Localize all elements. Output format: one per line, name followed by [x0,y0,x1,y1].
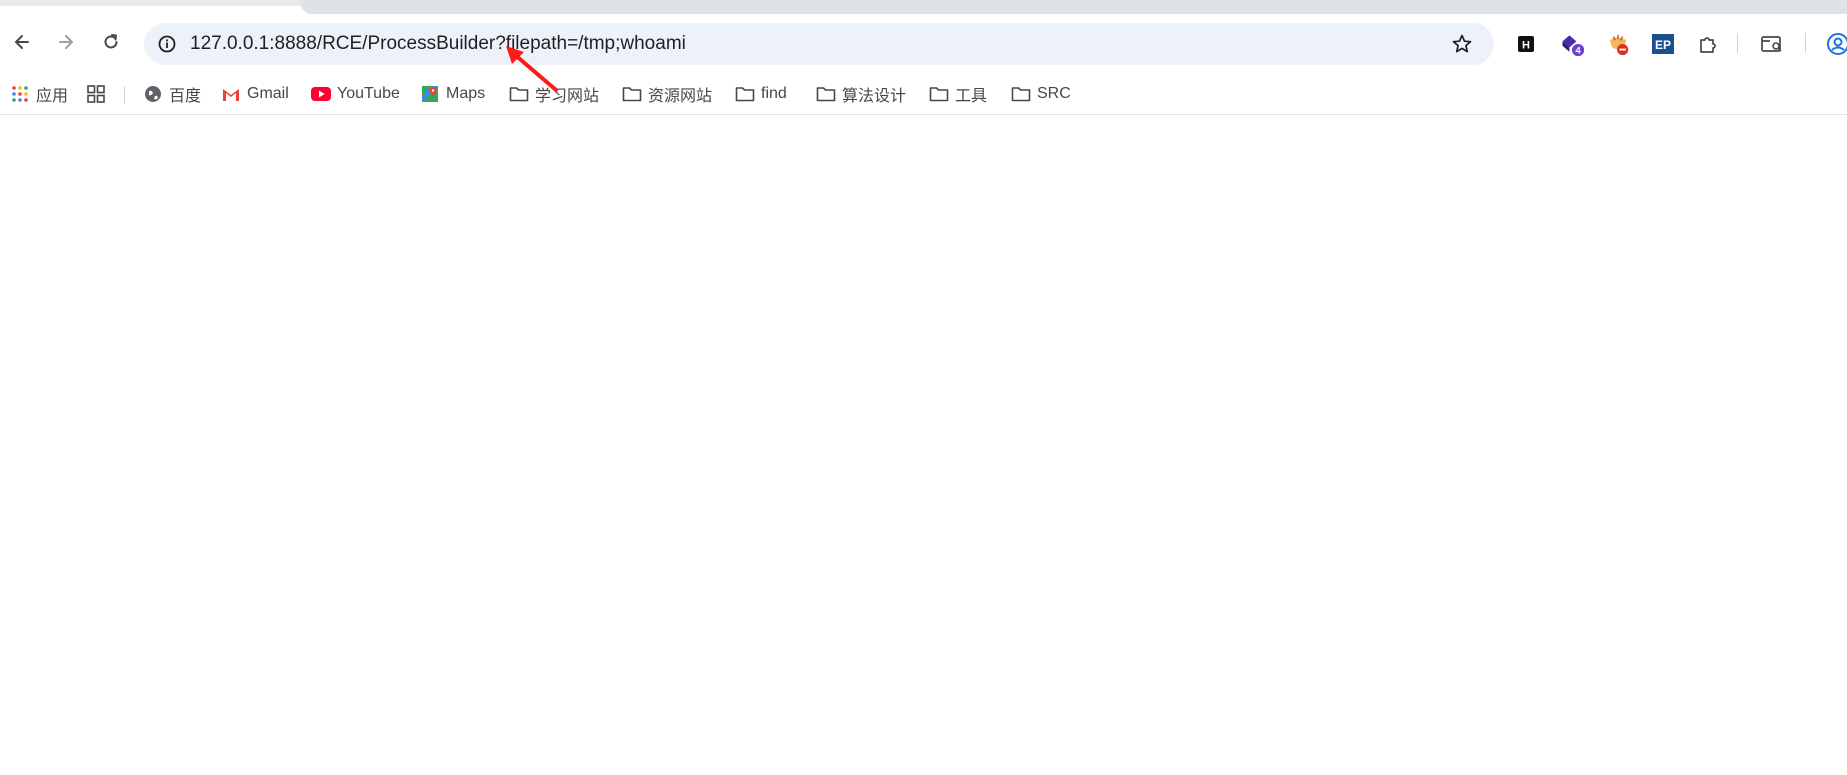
bookmark-label: 资源网站 [648,88,713,105]
bookmark-maps[interactable]: Maps [420,82,485,106]
folder-icon [1011,84,1031,104]
folder-icon [622,84,642,104]
bookmark-label: YouTube [337,85,400,102]
bookmark-folder-tools[interactable]: 工具 [929,82,987,106]
url-text[interactable]: 127.0.0.1:8888/RCE/ProcessBuilder?filepa… [190,33,686,55]
bookmark-label: 应用 [36,88,69,105]
reload-icon [101,32,121,57]
toolbar-divider [1737,33,1738,53]
address-bar[interactable]: 127.0.0.1:8888/RCE/ProcessBuilder?filepa… [144,23,1494,65]
annotation-arrow [506,46,558,92]
hackbar-extension[interactable]: H [1513,31,1539,57]
bookmark-gmail[interactable]: Gmail [221,82,289,106]
bookmark-folder-algorithms[interactable]: 算法设计 [816,82,906,106]
tab-search-icon[interactable] [1759,31,1785,57]
extension-badge-count: 4 [1575,46,1581,57]
bookmarks-bar: 应用 百度 Gmail YouTube Maps 学习网站 资源网站 find … [0,74,1847,115]
tab-strip-edge [0,0,300,6]
tab-strip-background [300,0,1847,14]
arrow-right-icon [56,32,76,57]
bookmark-youtube[interactable]: YouTube [311,82,400,106]
bookmark-baidu[interactable]: 百度 [143,82,201,106]
extension-with-badge[interactable]: 4 [1559,31,1585,57]
tab-groups-icon [86,84,106,104]
puzzle-icon[interactable] [1695,31,1721,57]
globe-icon [143,84,163,104]
blocked-extension[interactable] [1605,31,1631,57]
gmail-icon [221,84,241,104]
back-button[interactable] [8,30,36,58]
bookmark-label: 百度 [169,88,202,105]
bookmark-label: 工具 [955,88,988,105]
profile-icon[interactable] [1825,31,1847,57]
bookmark-folder-resources[interactable]: 资源网站 [622,82,712,106]
bookmarks-divider [124,86,125,104]
bookmark-label: Gmail [247,85,289,102]
svg-text:EP: EP [1655,38,1671,52]
arrow-left-icon [12,32,32,57]
bookmark-folder-src[interactable]: SRC [1011,82,1071,106]
folder-icon [929,84,949,104]
ep-extension[interactable]: EP [1650,31,1676,57]
reload-button[interactable] [97,30,125,58]
folder-icon [735,84,755,104]
svg-text:H: H [1522,40,1530,52]
star-icon[interactable] [1450,32,1474,56]
maps-icon [420,84,440,104]
bookmark-apps[interactable]: 应用 [10,82,68,106]
folder-icon [816,84,836,104]
forward-button[interactable] [52,30,80,58]
bookmark-tab-groups[interactable] [86,82,112,106]
tab-strip [0,0,1847,14]
bookmark-label: Maps [446,85,486,102]
toolbar-divider [1805,33,1806,53]
bookmark-label: 算法设计 [842,88,907,105]
info-circle-icon[interactable] [156,33,178,55]
bookmark-label: find [761,85,787,102]
browser-toolbar: 127.0.0.1:8888/RCE/ProcessBuilder?filepa… [0,14,1847,74]
page-content [0,115,1847,775]
youtube-icon [311,84,331,104]
bookmark-label: SRC [1037,85,1071,102]
apps-grid-icon [10,84,30,104]
bookmark-folder-find[interactable]: find [735,82,787,106]
